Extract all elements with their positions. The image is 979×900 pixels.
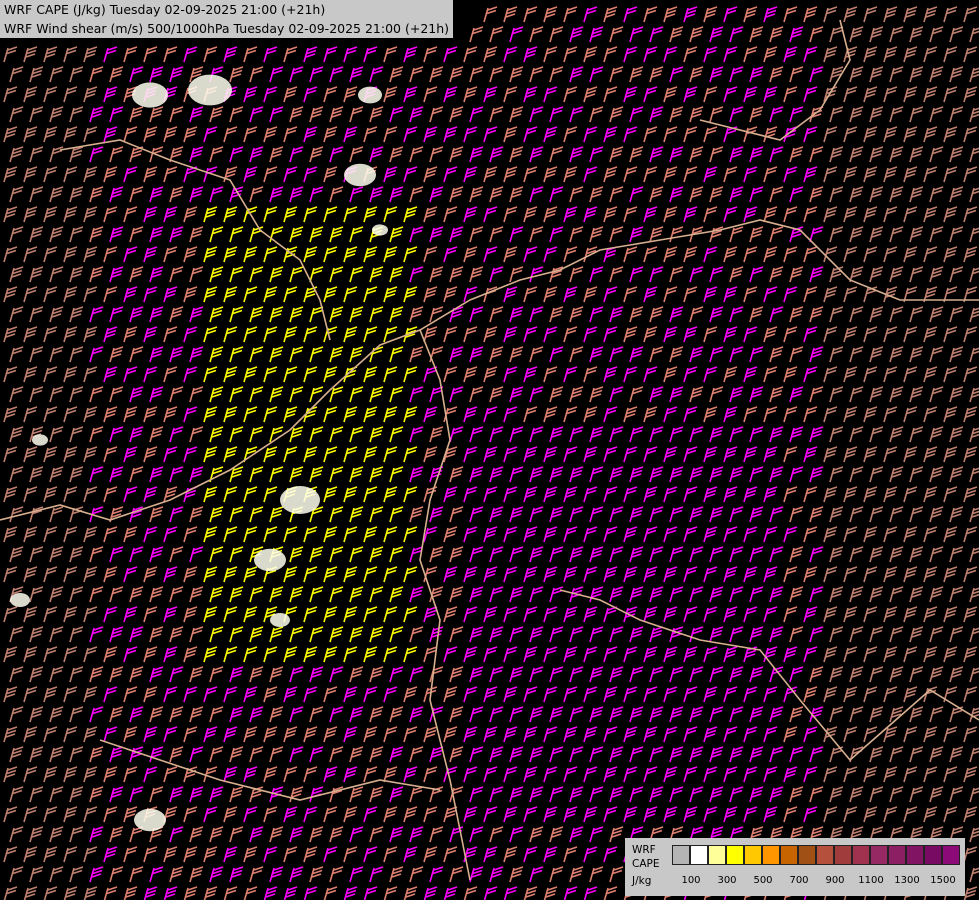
legend-tick-label: 700	[789, 875, 809, 886]
legend-swatch	[942, 845, 960, 865]
legend-tick-label: 300	[717, 875, 737, 886]
legend-swatch	[870, 845, 888, 865]
cape-area	[358, 86, 382, 104]
cape-area	[132, 82, 168, 108]
cape-area	[280, 486, 320, 514]
legend-swatch	[798, 845, 816, 865]
cape-legend: WRF CAPE J/kg 100 300 500 700 900 1100 1300 150…	[625, 838, 965, 896]
legend-swatch	[780, 845, 798, 865]
cape-area	[188, 74, 232, 106]
legend-swatch	[744, 845, 762, 865]
legend-tick-label: 900	[825, 875, 845, 886]
cape-area	[10, 593, 30, 607]
wind-shear-map	[0, 0, 979, 900]
legend-swatch	[672, 845, 690, 865]
cape-area	[134, 808, 166, 832]
legend-swatch	[726, 845, 744, 865]
cape-area	[254, 548, 286, 572]
legend-label-units: J/kg	[632, 875, 652, 887]
legend-color-scale	[672, 845, 960, 865]
legend-swatch	[906, 845, 924, 865]
legend-swatch	[816, 845, 834, 865]
cape-area	[270, 613, 290, 627]
title-cape: WRF CAPE (J/kg) Tuesday 02-09-2025 21:00…	[4, 2, 326, 17]
legend-label-wrf: WRF	[632, 844, 656, 856]
legend-swatch	[888, 845, 906, 865]
title-wind-shear: WRF Wind shear (m/s) 500/1000hPa Tuesday…	[4, 21, 450, 36]
cape-area	[344, 163, 376, 187]
legend-swatch	[708, 845, 726, 865]
legend-tick-label: 1500	[930, 875, 956, 886]
map-title: WRF CAPE (J/kg) Tuesday 02-09-2025 21:00…	[0, 0, 454, 38]
legend-tick-label: 500	[753, 875, 773, 886]
legend-tick-label: 1100	[858, 875, 884, 886]
cape-area	[372, 224, 388, 236]
legend-swatch	[924, 845, 942, 865]
legend-swatch	[762, 845, 780, 865]
legend-swatch	[852, 845, 870, 865]
legend-label-cape: CAPE	[632, 858, 660, 870]
legend-tick-label: 100	[681, 875, 701, 886]
legend-swatch	[834, 845, 852, 865]
cape-area	[32, 434, 48, 446]
legend-swatch	[690, 845, 708, 865]
legend-tick-label: 1300	[894, 875, 920, 886]
